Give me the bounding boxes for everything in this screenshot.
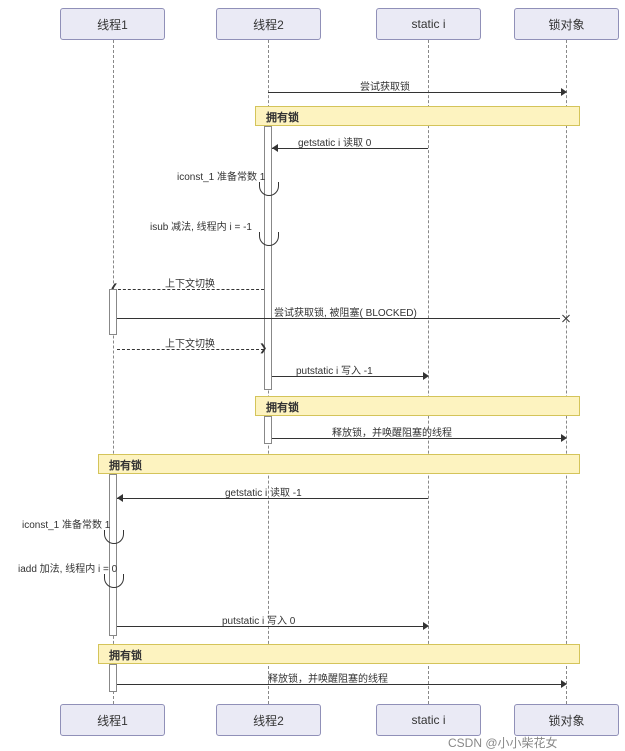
activation-thread1-2 bbox=[109, 474, 117, 636]
msg-blocked: 尝试获取锁, 被阻塞( BLOCKED) bbox=[274, 304, 417, 319]
self-loop-m11 bbox=[104, 530, 124, 544]
msg-putstatic-0: putstatic i 写入 0 bbox=[222, 612, 295, 627]
arrow-m5 bbox=[113, 289, 264, 290]
arrow-head-m14 bbox=[561, 680, 567, 688]
participant-thread1-bottom: 线程1 bbox=[60, 704, 165, 736]
msg-iadd: iadd 加法, 线程内 i = 0 bbox=[18, 560, 117, 575]
msg-putstatic-neg1: putstatic i 写入 -1 bbox=[296, 362, 373, 377]
arrow-head-m8 bbox=[423, 372, 429, 380]
msg-getstatic-neg1: getstatic i 读取 -1 bbox=[225, 484, 302, 499]
arrow-head-m10 bbox=[117, 494, 123, 502]
msg-attempt-lock: 尝试获取锁 bbox=[360, 78, 410, 93]
arrow-m1 bbox=[268, 92, 565, 93]
participant-static-i-bottom: static i bbox=[376, 704, 481, 736]
activation-thread1-3 bbox=[109, 664, 117, 692]
participant-label: static i bbox=[411, 17, 445, 31]
arrow-head-m7: ❯ bbox=[259, 343, 267, 354]
participant-thread1-top: 线程1 bbox=[60, 8, 165, 40]
participant-static-i-top: static i bbox=[376, 8, 481, 40]
participant-label: 线程1 bbox=[97, 712, 128, 729]
arrow-m9 bbox=[272, 438, 565, 439]
participant-label: 线程1 bbox=[97, 16, 128, 33]
participant-lock-bottom: 锁对象 bbox=[514, 704, 619, 736]
activation-thread2-2 bbox=[264, 416, 272, 444]
arrow-m10 bbox=[117, 498, 428, 499]
msg-isub: isub 减法, 线程内 i = -1 bbox=[150, 218, 252, 233]
msg-context-switch-2: 上下文切换 bbox=[165, 335, 215, 350]
msg-release-lock-1: 释放锁，并唤醒阻塞的线程 bbox=[332, 424, 452, 439]
fragment-label-3: 拥有锁 bbox=[101, 454, 150, 476]
self-loop-m12 bbox=[104, 574, 124, 588]
participant-label: 锁对象 bbox=[548, 16, 584, 33]
participant-label: static i bbox=[411, 713, 445, 727]
participant-thread2-bottom: 线程2 bbox=[216, 704, 321, 736]
msg-context-switch-1: 上下文切换 bbox=[165, 275, 215, 290]
cross-m6 bbox=[561, 313, 571, 323]
participant-lock-top: 锁对象 bbox=[514, 8, 619, 40]
fragment-label-2: 拥有锁 bbox=[258, 396, 307, 418]
participant-label: 锁对象 bbox=[548, 712, 584, 729]
lifeline-lock bbox=[566, 40, 567, 704]
fragment-label-4: 拥有锁 bbox=[101, 644, 150, 666]
participant-thread2-top: 线程2 bbox=[216, 8, 321, 40]
watermark: CSDN @小小柴花女 bbox=[448, 734, 558, 751]
fragment-label-1: 拥有锁 bbox=[258, 106, 307, 128]
fragment-own-lock-3 bbox=[98, 454, 580, 474]
msg-iconst-1: iconst_1 准备常数 1 bbox=[177, 168, 265, 183]
self-loop-m3 bbox=[259, 182, 279, 196]
arrow-head-m13 bbox=[423, 622, 429, 630]
arrow-head-m2 bbox=[272, 144, 278, 152]
msg-getstatic-0: getstatic i 读取 0 bbox=[298, 134, 371, 149]
arrow-m2 bbox=[272, 148, 428, 149]
activation-thread1-1 bbox=[109, 289, 117, 335]
arrow-m7 bbox=[117, 349, 264, 350]
fragment-own-lock-4 bbox=[98, 644, 580, 664]
msg-release-lock-2: 释放锁，并唤醒阻塞的线程 bbox=[268, 670, 388, 685]
arrow-m13 bbox=[117, 626, 427, 627]
msg-iconst-2: iconst_1 准备常数 1 bbox=[22, 516, 110, 531]
participant-label: 线程2 bbox=[253, 712, 284, 729]
arrow-m6 bbox=[117, 318, 560, 319]
self-loop-m4 bbox=[259, 232, 279, 246]
arrow-head-m1 bbox=[561, 88, 567, 96]
arrow-m14 bbox=[117, 684, 565, 685]
arrow-head-m9 bbox=[561, 434, 567, 442]
participant-label: 线程2 bbox=[253, 16, 284, 33]
arrow-m8 bbox=[272, 376, 427, 377]
